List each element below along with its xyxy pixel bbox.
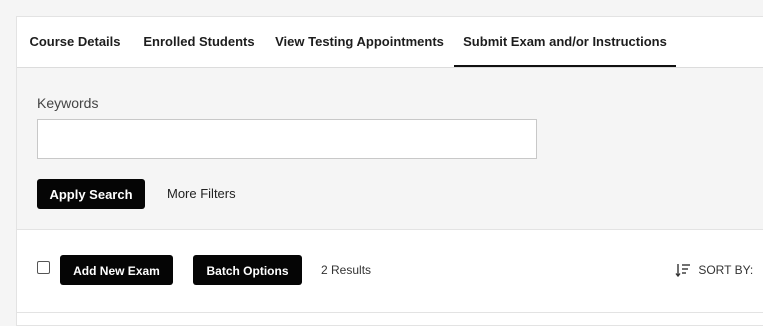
tab-bar: Course Details Enrolled Students View Te… xyxy=(17,17,763,68)
add-new-exam-button[interactable]: Add New Exam xyxy=(60,255,173,285)
tab-view-testing-appointments[interactable]: View Testing Appointments xyxy=(265,17,454,67)
tab-enrolled-students[interactable]: Enrolled Students xyxy=(133,17,265,67)
select-all-checkbox[interactable] xyxy=(37,261,50,274)
keywords-label: Keywords xyxy=(37,95,99,111)
tab-submit-exam[interactable]: Submit Exam and/or Instructions xyxy=(454,17,676,67)
sort-icon xyxy=(675,263,698,277)
tab-course-details[interactable]: Course Details xyxy=(17,17,133,67)
course-panel: Course Details Enrolled Students View Te… xyxy=(16,16,763,326)
results-toolbar: Add New Exam Batch Options 2 Results SOR… xyxy=(17,230,763,313)
sort-by-label: SORT BY: xyxy=(698,263,754,277)
search-filter-panel: Keywords Apply Search More Filters xyxy=(17,68,763,230)
more-filters-link[interactable]: More Filters xyxy=(167,179,236,209)
results-count: 2 Results xyxy=(321,263,372,277)
apply-search-button[interactable]: Apply Search xyxy=(37,179,145,209)
keywords-input[interactable] xyxy=(37,119,537,159)
sort-by-control[interactable]: SORT BY: xyxy=(675,255,753,285)
batch-options-button[interactable]: Batch Options xyxy=(193,255,302,285)
